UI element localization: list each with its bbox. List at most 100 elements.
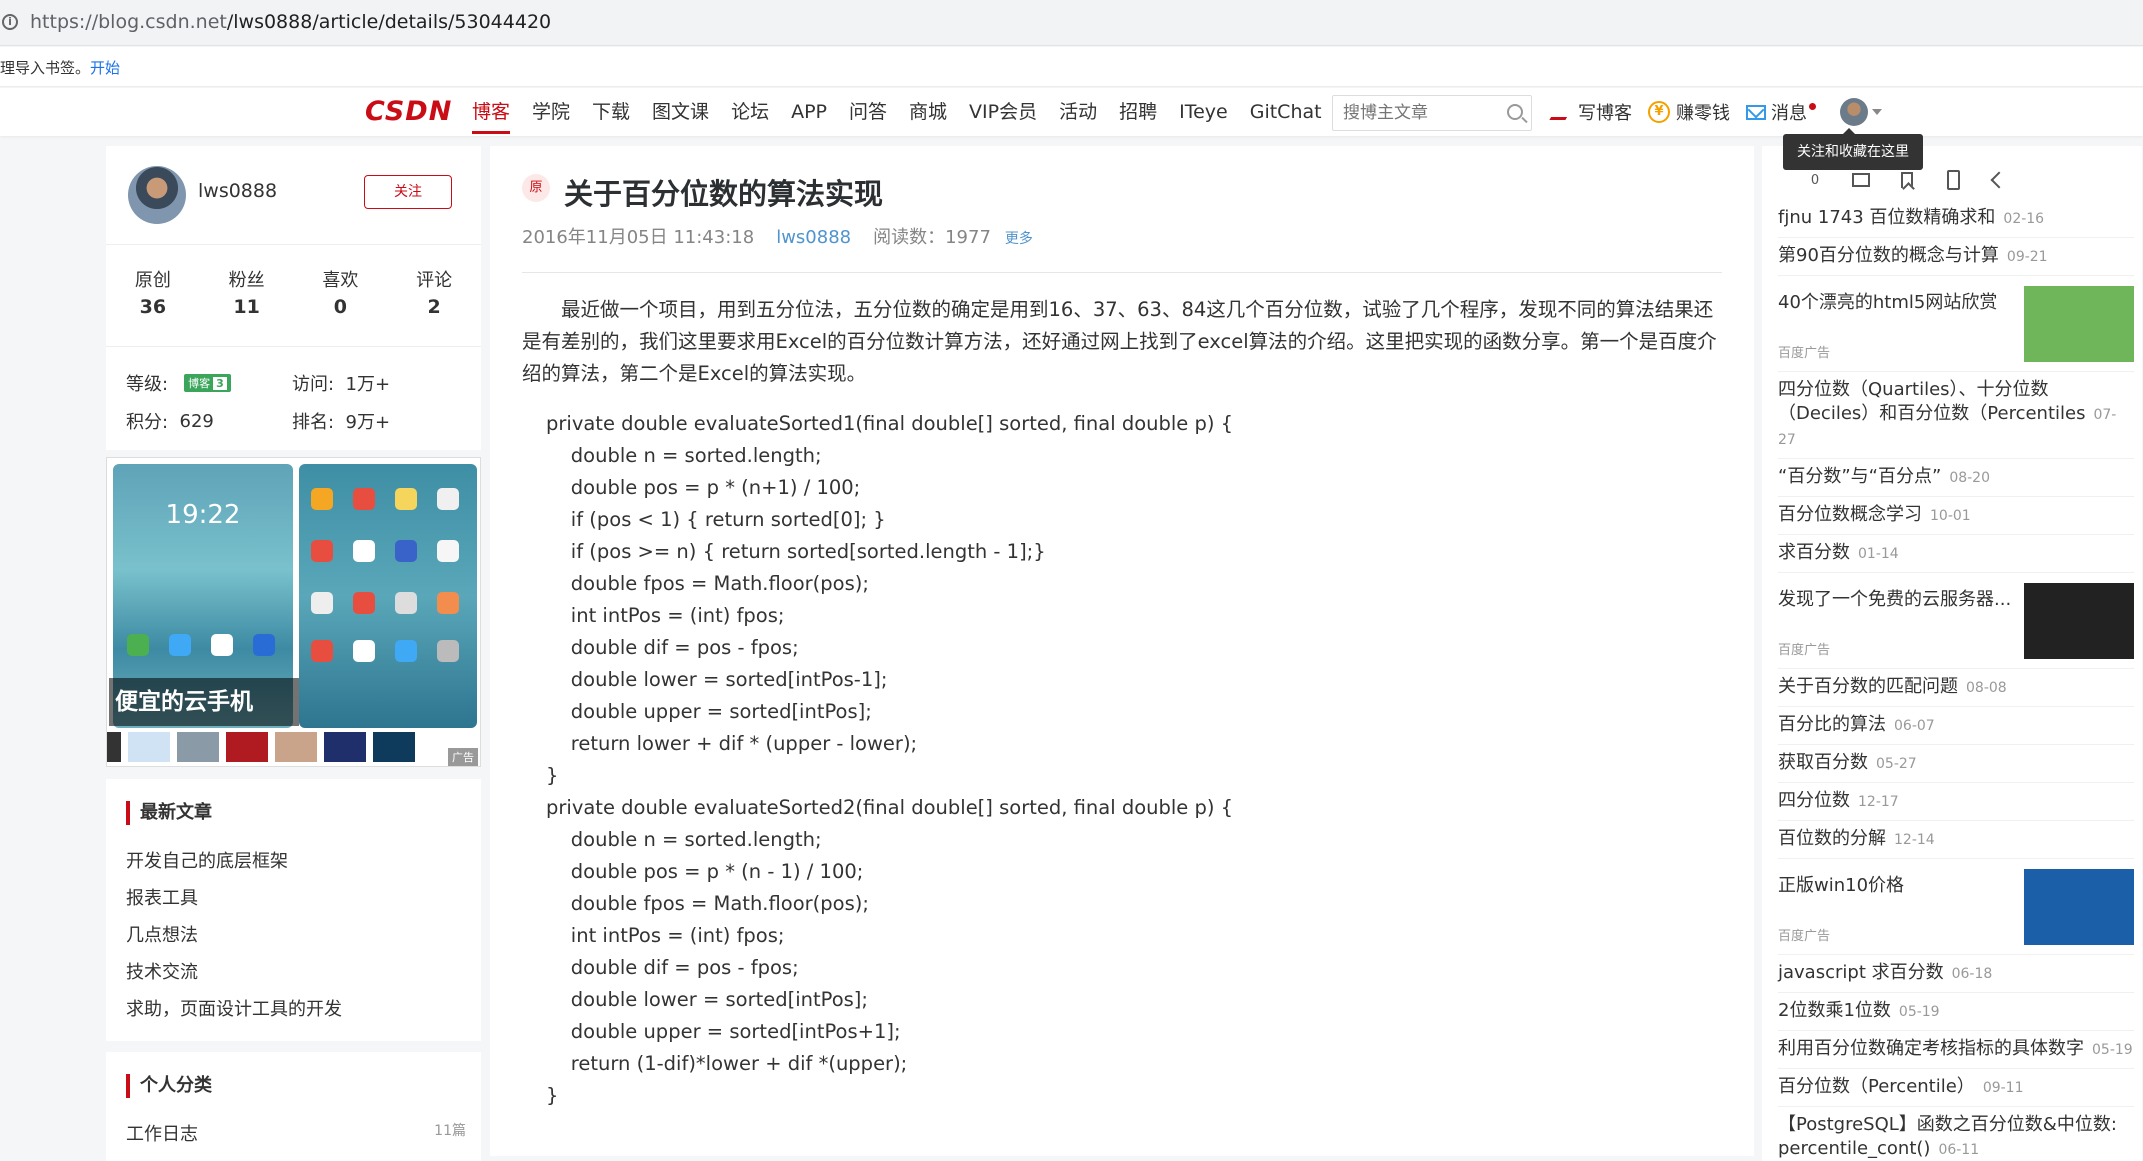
related-article-link[interactable]: 利用百分位数确定考核指标的具体数字 05-19 (1778, 1031, 2134, 1069)
ad-thumbnail[interactable] (107, 732, 121, 762)
ad-tag[interactable]: 广告 (448, 748, 478, 766)
nav-item[interactable]: 活动 (1059, 88, 1097, 136)
ad-image[interactable] (2024, 869, 2134, 945)
article-paragraph: 最近做一个项目，用到五分位法，五分位数的确定是用到16、37、63、84这几个百… (522, 298, 1717, 385)
related-article-link[interactable]: 第90百分位数的概念与计算 09-21 (1778, 238, 2134, 276)
recent-title: 最新文章 (126, 801, 212, 825)
related-article-link[interactable]: 百位数的分解 12-14 (1778, 821, 2134, 859)
related-article-link[interactable]: javascript 求百分数 06-18 (1778, 955, 2134, 993)
ad-title[interactable]: 发现了一个免费的云服务器... (1778, 585, 2011, 611)
related-date: 09-21 (2006, 249, 2048, 265)
profile-avatar[interactable] (128, 166, 186, 224)
follow-button[interactable]: 关注 (364, 175, 452, 209)
related-date: 05-27 (1876, 756, 1917, 772)
info-icon[interactable]: i (2, 14, 18, 30)
ad-thumbnail[interactable] (275, 732, 317, 762)
related-article-link[interactable]: 百分位数（Percentile） 09-11 (1778, 1069, 2134, 1107)
phone-app-icon (311, 488, 333, 510)
recent-article-link[interactable]: 几点想法 (126, 917, 342, 954)
profile-username[interactable]: lws0888 (198, 180, 277, 202)
related-article-link[interactable]: “百分数”与“百分点” 08-20 (1778, 459, 2134, 497)
recent-article-link[interactable]: 开发自己的底层框架 (126, 843, 342, 880)
ad-image[interactable] (2024, 286, 2134, 362)
nav-item[interactable]: 博客 (472, 88, 511, 136)
phone-app-icon (253, 634, 275, 656)
tooltip: 关注和收藏在这里 (1783, 128, 1923, 170)
bookmark-hint: 理导入书签。 (0, 59, 91, 77)
related-article-link[interactable]: fjnu 1743 百位数精确求和 02-16 (1778, 200, 2134, 238)
like-count: 0 (1810, 172, 1820, 188)
related-date: 05-19 (1898, 1004, 1940, 1020)
search-icon[interactable] (1507, 104, 1523, 120)
category-item[interactable]: 工作日志 11篇 (126, 1120, 466, 1146)
ad-thumbnail[interactable] (373, 732, 415, 762)
ad-title[interactable]: 正版win10价格 (1778, 871, 1904, 897)
url-text[interactable]: https://blog.csdn.net/lws0888/article/de… (30, 11, 551, 33)
related-article-link[interactable]: 获取百分数 05-27 (1778, 745, 2134, 783)
search-box[interactable] (1332, 95, 1532, 131)
ad-title[interactable]: 40个漂亮的html5网站欣赏 (1778, 288, 1997, 314)
user-menu[interactable] (1832, 98, 1882, 126)
earn-button[interactable]: ¥ 赚零钱 (1648, 99, 1730, 125)
collapse-button[interactable] (1976, 162, 2022, 198)
address-bar[interactable]: i https://blog.csdn.net/lws0888/article/… (0, 0, 2143, 46)
nav-item[interactable]: GitChat (1250, 88, 1322, 136)
code-block: private double evaluateSorted1(final dou… (546, 412, 1234, 1107)
recent-articles: 最新文章 开发自己的底层框架 报表工具 几点想法 技术交流 求助，页面设计工具的开发 (106, 779, 481, 1041)
stat-item: 原创 36 (106, 266, 200, 318)
nav-item[interactable]: 商城 (909, 88, 947, 136)
nav-item[interactable]: ITeye (1179, 88, 1228, 136)
nav-item[interactable]: 论坛 (731, 88, 769, 136)
related-date: 06-18 (1951, 966, 1993, 982)
stat-label: 粉丝 (228, 270, 265, 291)
ad-thumbnail[interactable] (128, 732, 170, 762)
nav-item[interactable]: VIP会员 (969, 88, 1037, 136)
more-link[interactable]: 更多 (1005, 228, 1033, 248)
coin-icon: ¥ (1648, 101, 1670, 123)
messages-button[interactable]: 消息 (1746, 99, 1816, 125)
related-date: 05-19 (2092, 1042, 2133, 1058)
related-ad[interactable]: 发现了一个免费的云服务器... 百度广告 (1778, 573, 2134, 669)
recent-article-link[interactable]: 报表工具 (126, 880, 342, 917)
nav-item[interactable]: 学院 (532, 88, 570, 136)
level-label: 等级: (126, 374, 169, 395)
related-title: javascript 求百分数 (1778, 962, 1944, 983)
search-input[interactable] (1333, 96, 1493, 130)
recent-article-link[interactable]: 技术交流 (126, 954, 342, 991)
recent-article-link[interactable]: 求助，页面设计工具的开发 (126, 991, 342, 1028)
related-article-link[interactable]: 四分位数（Quartiles）、十分位数（Deciles）和百分位数（Perce… (1778, 372, 2134, 459)
bookmark-start-link[interactable]: 开始 (90, 57, 120, 78)
nav-item[interactable]: 招聘 (1119, 88, 1157, 136)
related-ad[interactable]: 正版win10价格 百度广告 (1778, 859, 2134, 955)
related-article-link[interactable]: 【PostgreSQL】函数之百分位数&中位数: percentile_cont… (1778, 1107, 2134, 1161)
ad-thumbnail[interactable] (324, 732, 366, 762)
related-article-link[interactable]: 百分比的算法 06-07 (1778, 707, 2134, 745)
mobile-button[interactable] (1930, 162, 1976, 198)
ad-banner[interactable]: 19:22 便宜的云手机 广告 (106, 457, 481, 767)
ad-title[interactable]: 便宜的云手机 (109, 678, 299, 726)
related-ad[interactable]: 40个漂亮的html5网站欣赏 百度广告 (1778, 276, 2134, 372)
ad-thumbnail[interactable] (226, 732, 268, 762)
personal-categories: 个人分类 工作日志 11篇 (106, 1052, 481, 1161)
level-number: 3 (213, 377, 227, 390)
related-date: 06-07 (1894, 718, 1935, 734)
phone-app-icon (353, 640, 375, 662)
related-article-link[interactable]: 2位数乘1位数 05-19 (1778, 993, 2134, 1031)
nav-item[interactable]: 下载 (592, 88, 630, 136)
related-article-link[interactable]: 百分位数概念学习 10-01 (1778, 497, 2134, 535)
write-blog-button[interactable]: 写博客 (1549, 99, 1632, 125)
csdn-logo[interactable]: CSDN (365, 96, 452, 127)
related-date: 12-14 (1894, 832, 1935, 848)
related-article-link[interactable]: 四分位数 12-17 (1778, 783, 2134, 821)
nav-item[interactable]: 问答 (849, 88, 887, 136)
related-date: 08-20 (1949, 470, 1990, 486)
nav-item[interactable]: APP (791, 88, 827, 136)
related-article-link[interactable]: 求百分数 01-14 (1778, 535, 2134, 573)
bookmark-icon (1901, 172, 1913, 188)
article-author-link[interactable]: lws0888 (776, 227, 851, 248)
ad-image[interactable] (2024, 583, 2134, 659)
phone-app-icon (395, 640, 417, 662)
related-article-link[interactable]: 关于百分数的匹配问题 08-08 (1778, 669, 2134, 707)
ad-thumbnail[interactable] (177, 732, 219, 762)
nav-item[interactable]: 图文课 (652, 88, 709, 136)
